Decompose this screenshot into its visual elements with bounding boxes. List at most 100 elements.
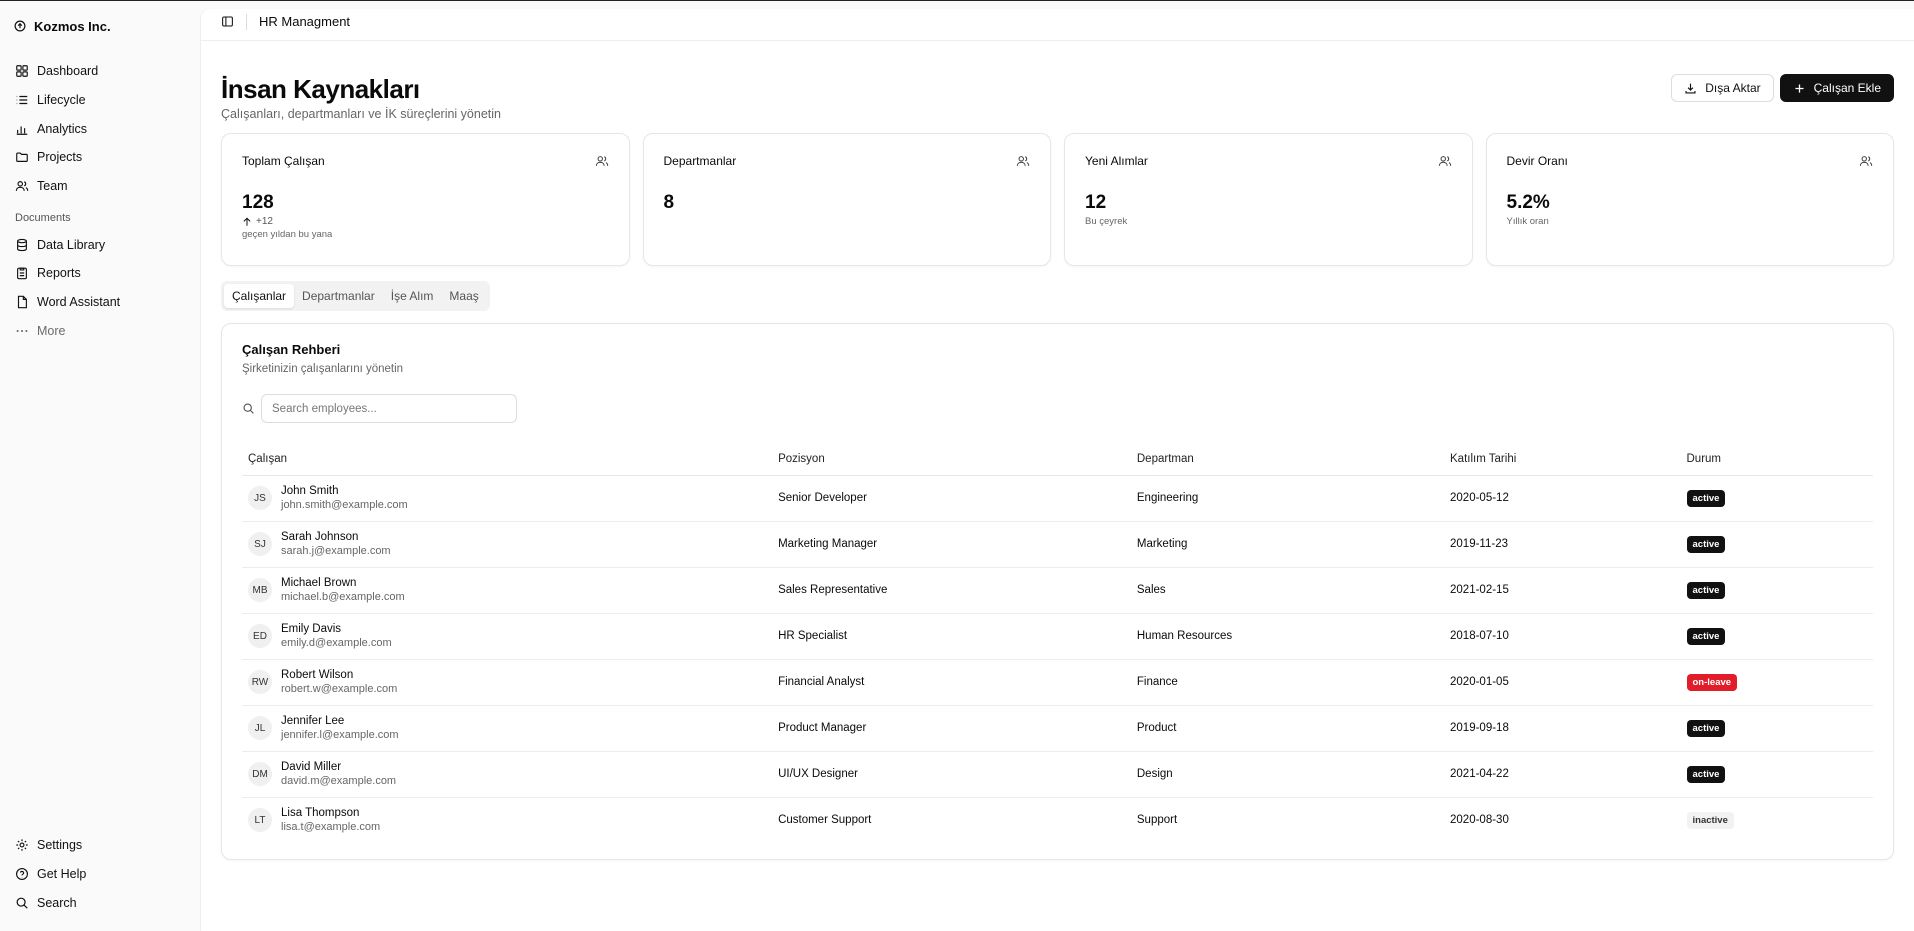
sidebar-item-label: Word Assistant	[37, 295, 121, 310]
column-header-status[interactable]: Durum	[1680, 443, 1873, 476]
folder-icon	[16, 152, 28, 163]
stat-label: Departmanlar	[663, 154, 737, 168]
employee-name: Emily Davis	[281, 623, 342, 635]
sidebar-item-analytics[interactable]: Analytics	[12, 114, 188, 143]
status-badge: on-leave	[1686, 673, 1738, 691]
department-cell: Marketing	[1130, 521, 1445, 568]
search-input[interactable]	[261, 394, 517, 423]
page-subtitle: Çalışanları, departmanları ve İK süreçle…	[221, 107, 501, 121]
stat-delta-value: +12	[256, 216, 273, 227]
employee-name: Jennifer Lee	[281, 715, 345, 727]
export-button[interactable]: Dışa Aktar	[1671, 74, 1774, 102]
avatar: JL	[248, 716, 272, 740]
sidebar-item-search[interactable]: Search	[12, 888, 188, 917]
position-cell: Financial Analyst	[772, 659, 1131, 706]
clipboard-icon	[17, 268, 27, 280]
sidebar-item-reports[interactable]: Reports	[12, 259, 188, 288]
page-title: İnsan Kaynakları	[221, 74, 420, 104]
stat-label: Devir Oranı	[1506, 154, 1568, 168]
column-header-department[interactable]: Departman	[1130, 443, 1445, 476]
brand-logo-icon	[14, 20, 26, 32]
table-row[interactable]: LT Lisa Thompson lisa.t@example.com Custom…	[242, 797, 1873, 843]
table-row[interactable]: JS John Smith john.smith@example.com Senio…	[242, 475, 1873, 522]
employee-email: sarah.j@example.com	[281, 545, 391, 557]
employee-email: michael.b@example.com	[281, 591, 405, 603]
position-cell: HR Specialist	[772, 613, 1131, 660]
avatar: SJ	[248, 532, 272, 556]
sidebar-item-team[interactable]: Team	[12, 172, 188, 201]
sidebar-item-dashboard[interactable]: Dashboard	[12, 57, 188, 86]
list-icon	[16, 95, 28, 105]
stat-label: Yeni Alımlar	[1085, 154, 1148, 168]
sidebar-item-word-assistant[interactable]: Word Assistant	[12, 288, 188, 317]
join-date-cell: 2020-05-12	[1444, 475, 1681, 522]
employee-cell: JL Jennifer Lee jennifer.l@example.com	[248, 715, 772, 741]
table-row[interactable]: SJ Sarah Johnson sarah.j@example.com Marke…	[242, 521, 1873, 568]
database-icon	[17, 238, 27, 251]
avatar: JS	[248, 486, 272, 510]
position-cell: UI/UX Designer	[772, 751, 1131, 798]
tab-employees[interactable]: Çalışanlar	[224, 284, 295, 308]
tab-departments[interactable]: Departmanlar	[294, 284, 383, 308]
employee-cell: SJ Sarah Johnson sarah.j@example.com	[248, 531, 772, 557]
table-row[interactable]: ED Emily Davis emily.d@example.com HR Spec…	[242, 613, 1873, 660]
sidebar-item-label: Search	[37, 895, 77, 910]
employee-email: emily.d@example.com	[281, 637, 392, 649]
employee-name: Sarah Johnson	[281, 531, 359, 543]
sidebar-item-data-library[interactable]: Data Library	[12, 230, 188, 259]
sidebar-item-get-help[interactable]: Get Help	[12, 860, 188, 889]
position-cell: Senior Developer	[772, 475, 1131, 522]
sidebar-item-more[interactable]: More	[12, 317, 188, 346]
stat-note: Bu çeyrek	[1085, 216, 1128, 227]
sidebar-item-settings[interactable]: Settings	[12, 831, 188, 860]
header-actions: Dışa Aktar Çalışan Ekle	[1671, 74, 1894, 102]
column-header-position[interactable]: Pozisyon	[772, 443, 1131, 476]
status-badge: inactive	[1686, 811, 1734, 829]
table-row[interactable]: DM David Miller david.m@example.com UI/UX …	[242, 751, 1873, 798]
join-date-cell: 2020-08-30	[1450, 814, 1509, 827]
table-row[interactable]: MB Michael Brown michael.b@example.com Sal…	[242, 567, 1873, 614]
main-panel: HR Managment İnsan Kaynakları Çalışanlar…	[200, 9, 1914, 931]
add-employee-button[interactable]: Çalışan Ekle	[1779, 74, 1894, 102]
brand[interactable]: Kozmos Inc.	[12, 15, 188, 37]
join-date-cell: 2018-07-10	[1444, 613, 1681, 660]
stat-value: 5.2%	[1506, 192, 1550, 213]
column-header-join-date[interactable]: Katılım Tarihi	[1444, 443, 1681, 476]
status-badge: active	[1686, 765, 1726, 783]
status-badge: active	[1686, 581, 1726, 599]
app-shell: Kozmos Inc. Dashboard Lifecycle Analytic…	[0, 0, 1914, 931]
avatar: MB	[248, 578, 272, 602]
stats-grid: Toplam Çalışan 128 +12 geçen yıldan bu y…	[221, 133, 1894, 266]
sidebar-item-label: Get Help	[37, 866, 87, 881]
sidebar-item-lifecycle[interactable]: Lifecycle	[12, 86, 188, 115]
tab-recruitment[interactable]: İşe Alım	[383, 284, 442, 308]
stat-card-turnover-rate: Devir Oranı 5.2% Yıllık oran	[1485, 133, 1894, 266]
sidebar-toggle-icon[interactable]	[221, 15, 234, 28]
position-cell: Product Manager	[772, 705, 1131, 752]
stat-delta: +12	[242, 216, 609, 227]
sidebar-item-label: Settings	[37, 838, 83, 853]
department-cell: Support	[1136, 814, 1178, 827]
gear-icon	[16, 839, 28, 851]
plus-icon	[1795, 83, 1804, 93]
tab-salary[interactable]: Maaş	[441, 284, 486, 308]
sidebar-item-projects[interactable]: Projects	[12, 143, 188, 172]
sidebar-item-label: Team	[37, 179, 68, 194]
table-header-row: Çalışan Pozisyon Departman Katılım Tarih…	[242, 443, 1873, 476]
join-date-cell: 2019-11-23	[1444, 521, 1681, 568]
department-cell: Design	[1130, 751, 1445, 798]
column-header-employee[interactable]: Çalışan	[242, 443, 773, 476]
department-cell: Sales	[1130, 567, 1445, 614]
table-row[interactable]: JL Jennifer Lee jennifer.l@example.com Pro…	[242, 705, 1873, 752]
sidebar: Kozmos Inc. Dashboard Lifecycle Analytic…	[0, 1, 200, 931]
table-row[interactable]: RW Robert Wilson robert.w@example.com Fina…	[242, 659, 1873, 706]
stat-value: 12	[1085, 192, 1107, 213]
employee-email: david.m@example.com	[281, 775, 397, 787]
arrow-up-icon	[243, 217, 251, 226]
stat-card-new-hires: Yeni Alımlar 12 Bu çeyrek	[1064, 133, 1473, 266]
users-icon	[15, 181, 29, 191]
employee-name: Lisa Thompson	[281, 807, 360, 820]
search-bar	[242, 394, 1873, 423]
employee-name: Robert Wilson	[281, 669, 354, 681]
